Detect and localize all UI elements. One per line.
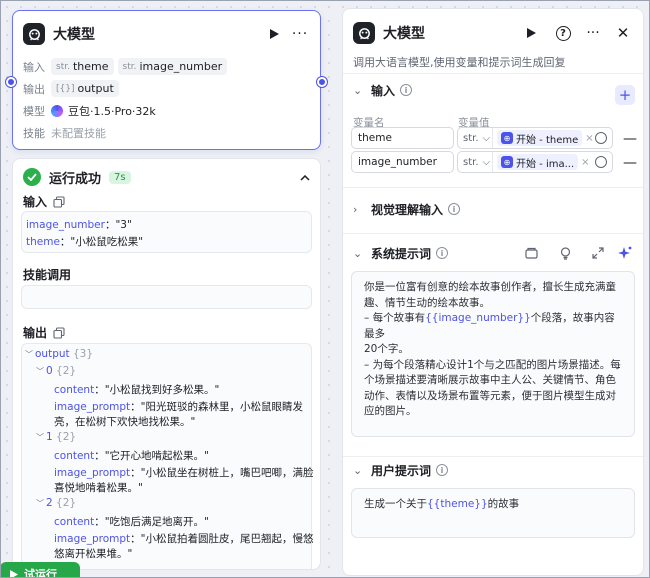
output-item-2-prompt: image_prompt："小松鼠拍着圆肚皮，尾巴翘起，慢悠 (54, 533, 314, 545)
input-section-chevron-icon: ⌄ (353, 83, 363, 97)
output-item-0-prompt-cont: 亮，在松树下欢快地找松果。" (54, 416, 196, 428)
node-skill-value: 未配置技能 (51, 127, 106, 140)
vision-section-title: 视觉理解输入 (371, 202, 444, 217)
variable-value-field[interactable]: str. ⌵ ⊕ 开始 - ima... × (457, 151, 613, 173)
output-item-2-prompt-cont: 悠离开松果堆。" (54, 548, 133, 560)
skill-call-label: 技能调用 (23, 268, 72, 282)
start-node-icon: ⊕ (501, 132, 513, 144)
panel-llm-icon (353, 22, 375, 44)
panel-subtitle: 调用大语言模型,使用变量和提示词生成回复 (353, 56, 566, 69)
start-node-icon: ⊕ (501, 156, 513, 168)
output-item-2-row[interactable]: ﹀ 2 {2} (36, 497, 76, 509)
node-input-tag-image-number: str. image_number (117, 58, 228, 75)
collapse-chevron-icon[interactable] (300, 171, 310, 184)
close-icon[interactable]: ✕ (613, 23, 633, 43)
skill-call-box (21, 285, 312, 309)
copy-input-icon[interactable] (53, 195, 65, 208)
output-item-1-row[interactable]: ﹀ 1 {2} (36, 431, 76, 443)
doubao-model-icon (51, 105, 63, 117)
vision-info-icon[interactable]: i (448, 203, 461, 215)
input-section-header[interactable]: ⌄ 输入 i (353, 81, 633, 99)
variable-row: image_number str. ⌵ ⊕ 开始 - ima... × — (351, 151, 641, 173)
input-info-icon[interactable]: i (400, 84, 413, 96)
play-icon[interactable] (264, 24, 284, 44)
panel-title: 大模型 (383, 26, 425, 42)
delete-variable-icon[interactable]: — (623, 131, 637, 147)
result-input-label: 输入 (23, 195, 48, 209)
panel-play-icon[interactable] (521, 23, 541, 43)
result-input-box: image_number："3" theme："小松鼠吃松果" (21, 211, 312, 253)
system-prompt-editor[interactable]: 你是一位富有创意的绘本故事创作者，擅长生成充满童 趣、情节生动的绘本故事。 – … (351, 271, 635, 437)
user-info-icon[interactable]: i (436, 464, 449, 476)
node-input-label: 输入 (23, 60, 45, 74)
result-output-label: 输出 (23, 326, 48, 340)
node-title: 大模型 (53, 27, 95, 43)
test-run-button[interactable]: 试运行 (0, 562, 80, 578)
user-prompt-header[interactable]: ⌄ 用户提示词 i (353, 461, 633, 479)
variable-row: theme str. ⌵ ⊕ 开始 - theme × — (351, 127, 641, 149)
result-output-box: ﹀ output {3} ﹀ 0 {2} content："小松鼠找到好多松果。" … (21, 343, 314, 569)
variable-name-input[interactable]: theme (351, 127, 454, 149)
system-prompt-title: 系统提示词 (371, 246, 432, 261)
delete-variable-icon[interactable]: — (623, 155, 637, 171)
add-variable-button[interactable]: + (615, 85, 635, 105)
output-item-2-content: content："吃饱后满足地离开。" (54, 516, 209, 528)
more-icon[interactable]: ··· (290, 24, 310, 44)
llm-app-icon (23, 23, 45, 45)
user-prompt-title: 用户提示词 (371, 463, 432, 478)
input-row-theme: theme："小松鼠吃松果" (26, 236, 144, 248)
remove-ref-icon[interactable]: × (585, 133, 593, 144)
llm-node-card[interactable]: 大模型 ··· 输入 str. theme str. image_number 输出… (6, 10, 327, 150)
panel-more-icon[interactable]: ··· (583, 23, 603, 43)
output-item-0-prompt: image_prompt："阳光斑驳的森林里，小松鼠眼睛发 (54, 401, 303, 413)
input-row-image-number: image_number："3" (26, 219, 132, 231)
run-status: 运行成功 (49, 171, 102, 187)
output-item-0-row[interactable]: ﹀ 0 {2} (36, 365, 76, 377)
node-output-tag: [{}] output (51, 80, 119, 97)
node-input-tag-theme: str. theme (51, 58, 114, 75)
output-root-row[interactable]: ﹀ output {3} (25, 348, 93, 360)
output-item-1-content: content："它开心地啃起松果。" (54, 450, 209, 462)
variable-value-field[interactable]: str. ⌵ ⊕ 开始 - theme × (457, 127, 613, 149)
node-skill-label: 技能 (23, 127, 45, 140)
ref-settings-icon[interactable] (595, 132, 607, 144)
system-info-icon[interactable]: i (436, 247, 449, 259)
vision-section-header[interactable]: › 视觉理解输入 i (353, 200, 633, 218)
variable-name-input[interactable]: image_number (351, 151, 454, 173)
test-run-label: 试运行 (24, 568, 57, 578)
theme-variable: {{theme}} (427, 498, 488, 510)
bulb-icon[interactable] (557, 245, 573, 261)
output-item-1-prompt: image_prompt："小松鼠坐在树桩上，嘴巴吧唧，满脸 (54, 467, 314, 479)
output-item-1-prompt-cont: 喜悦地啃着松果。" (54, 482, 143, 494)
image-number-variable: {{image_number}} (425, 312, 531, 324)
variable-type-select[interactable]: str. ⌵ (458, 152, 493, 172)
variable-ref-chip: ⊕ 开始 - ima... (497, 154, 579, 170)
copy-output-icon[interactable] (53, 326, 65, 339)
run-result-panel: 运行成功 7s 输入 image_number："3" theme："小松鼠吃松… (12, 158, 321, 570)
success-check-icon (23, 168, 41, 186)
run-time-badge: 7s (109, 170, 131, 184)
input-port[interactable] (6, 77, 16, 87)
user-prompt-editor[interactable]: 生成一个关于{{theme}}的故事 (351, 488, 635, 538)
input-section-title: 输入 (371, 83, 396, 98)
system-chevron-icon: ⌄ (353, 246, 363, 260)
output-port[interactable] (317, 77, 327, 87)
node-model-name: 豆包·1.5·Pro·32k (68, 105, 156, 118)
user-chevron-icon: ⌄ (353, 463, 363, 477)
prompt-library-icon[interactable] (523, 245, 539, 261)
node-config-panel: 大模型 ? ··· ✕ 调用大语言模型,使用变量和提示词生成回复 ⌄ 输入 i … (342, 8, 644, 576)
run-play-icon (10, 569, 18, 578)
ref-settings-icon[interactable] (595, 156, 607, 168)
variable-ref-chip: ⊕ 开始 - theme (497, 130, 583, 146)
ai-sparkle-icon[interactable] (617, 245, 633, 261)
help-icon[interactable]: ? (553, 23, 573, 43)
remove-ref-icon[interactable]: × (581, 157, 589, 168)
node-output-label: 输出 (23, 82, 45, 96)
vision-chevron-icon: › (353, 202, 358, 216)
expand-icon[interactable] (590, 245, 606, 261)
output-item-0-content: content："小松鼠找到好多松果。" (54, 384, 220, 396)
node-model-label: 模型 (23, 105, 45, 118)
variable-type-select[interactable]: str. ⌵ (458, 128, 493, 148)
